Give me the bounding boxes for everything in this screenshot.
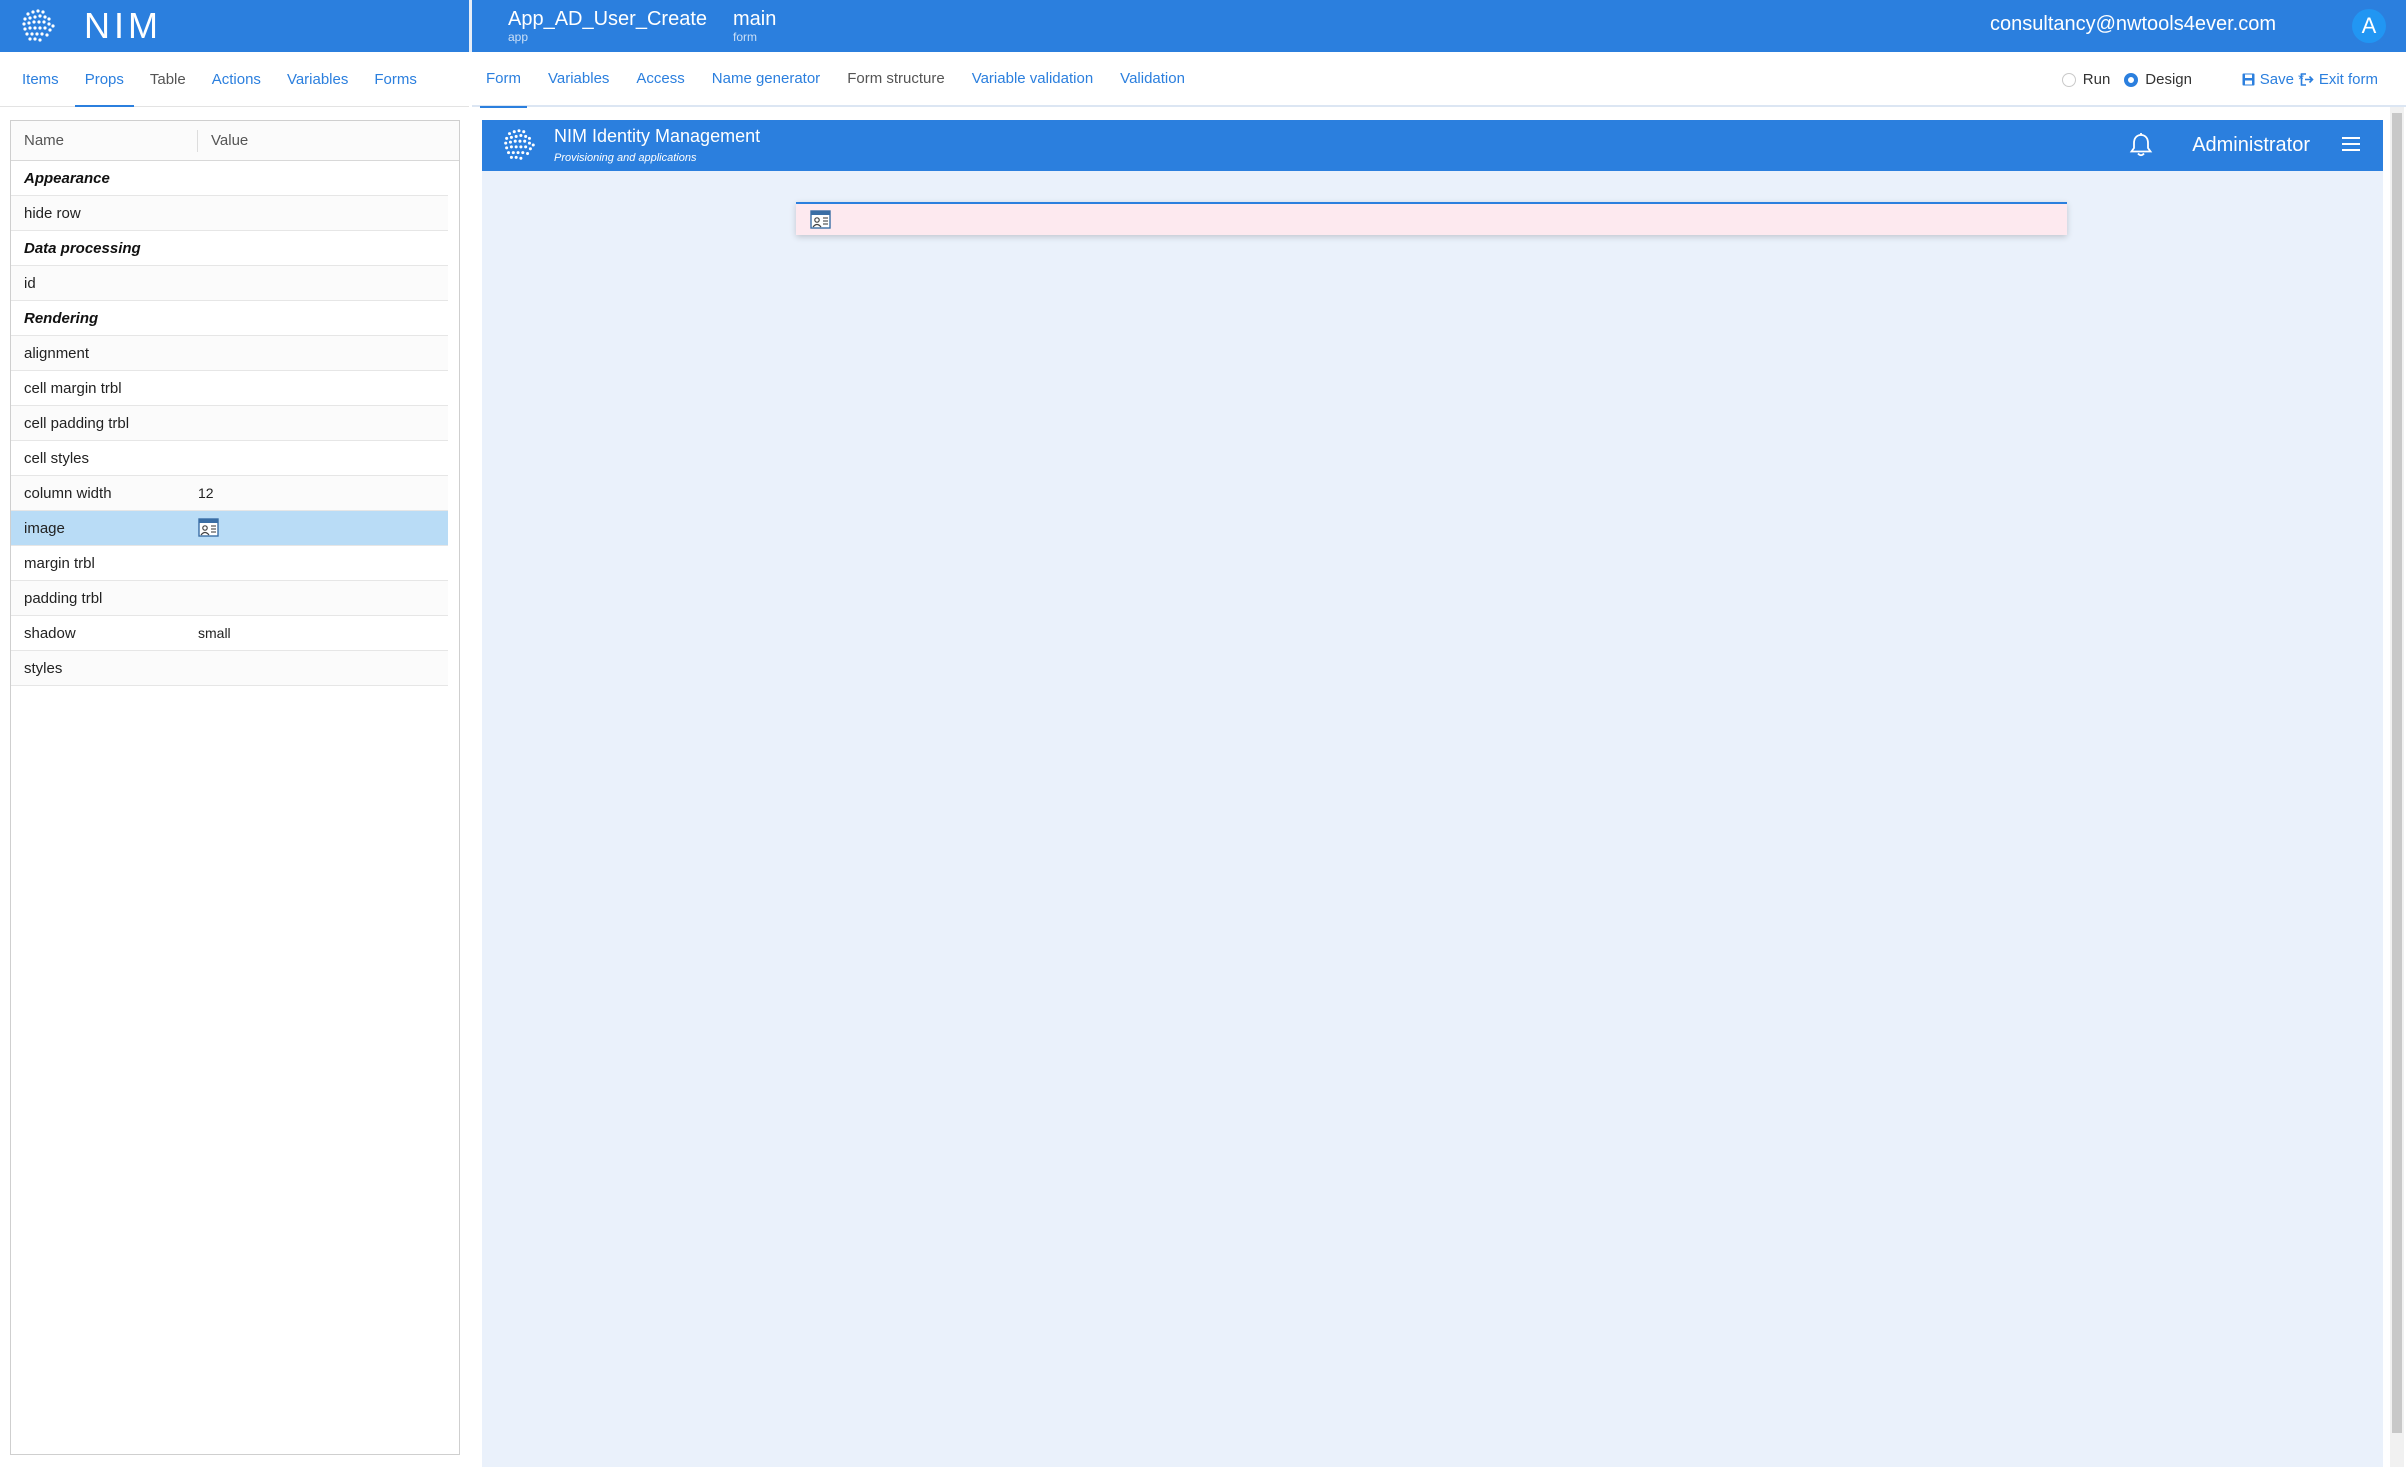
property-name: cell padding trbl [24,414,130,432]
bell-icon[interactable] [2129,132,2153,158]
column-header-value[interactable]: Value [198,132,248,149]
tab-variable-validation[interactable]: Variable validation [972,51,1093,106]
exit-form-label: Exit form [2318,71,2378,88]
tab-form[interactable]: Form [480,51,527,108]
property-name: styles [24,659,63,677]
avatar[interactable]: A [2352,9,2386,43]
tab-form-structure[interactable]: Form structure [847,51,945,106]
image-field-icon [198,518,219,537]
tab-validation[interactable]: Validation [1120,51,1185,106]
tab-access[interactable]: Access [636,51,684,106]
app-crumb[interactable]: App_AD_User_Create app [508,9,707,43]
prop-row-styles[interactable]: styles [11,651,448,686]
property-name: shadow [24,624,76,642]
group-appearance[interactable]: Appearance [11,161,448,196]
form-canvas[interactable]: NIM Identity Management Provisioning and… [482,120,2383,1467]
preview-user-name[interactable]: Administrator [2192,134,2310,157]
property-name: margin trbl [24,554,95,572]
design-radio[interactable] [2124,72,2139,87]
main-bar: App_AD_User_Create app main form consult… [472,0,2406,52]
prop-row-alignment[interactable]: alignment [11,336,448,371]
tab-items[interactable]: Items [12,52,69,107]
form-name: main [733,8,777,30]
exit-icon [2300,73,2314,86]
prop-row-hide-row[interactable]: hide row [11,196,448,231]
property-name: alignment [24,344,90,362]
property-value[interactable]: 12 [198,485,214,501]
mode-design-option[interactable]: Design [2124,71,2192,88]
run-radio[interactable] [2061,72,2076,87]
group-data-processing[interactable]: Data processing [11,231,448,266]
property-name: cell styles [24,449,90,467]
property-name: padding trbl [24,589,103,607]
mode-run-option[interactable]: Run [2061,71,2111,88]
property-name: Appearance [24,169,110,187]
tab-forms[interactable]: Forms [364,52,427,107]
column-header-name[interactable]: Name [11,129,198,152]
app-kind-label: app [508,30,529,44]
mode-switch: Run Design [2061,52,2206,107]
designer-tabs: Form Variables Access Name generator For… [472,51,2406,108]
properties-header: Name Value [11,121,459,161]
prop-row-cell-styles[interactable]: cell styles [11,441,448,476]
property-name: Data processing [24,239,141,257]
prop-row-cell-padding-trbl[interactable]: cell padding trbl [11,406,448,441]
form-kind-label: form [733,30,757,44]
app-name: App_AD_User_Create [508,8,707,30]
selected-form-row[interactable] [796,202,2067,235]
scrollbar-thumb[interactable] [2392,113,2402,1433]
property-name: hide row [24,204,81,222]
properties-grid: Name Value Appearance hide row Data proc… [10,120,460,1455]
prop-row-id[interactable]: id [11,266,448,301]
save-label: Save * [2259,71,2304,88]
tab-table[interactable]: Table [140,52,196,107]
prop-row-image[interactable]: image [11,511,448,546]
prop-row-shadow[interactable]: shadow small [11,616,448,651]
property-name: cell margin trbl [24,379,122,397]
run-label: Run [2082,71,2111,88]
image-field-icon[interactable] [810,209,832,231]
prop-row-margin-trbl[interactable]: margin trbl [11,546,448,581]
design-label: Design [2145,71,2192,88]
designer-area: Form Variables Access Name generator For… [472,52,2406,1467]
hamburger-menu-icon[interactable] [2341,135,2361,153]
tab-variables[interactable]: Variables [548,51,609,106]
save-icon [2242,73,2255,86]
brand-name: NIM [84,5,162,46]
form-crumb[interactable]: main form [733,9,776,43]
preview-title: NIM Identity Management [554,126,761,146]
tab-props[interactable]: Props [74,52,135,107]
tab-variables[interactable]: Variables [277,52,358,107]
property-value[interactable] [198,517,220,539]
property-name: column width [24,484,112,502]
save-button[interactable]: Save * [2242,52,2304,107]
tab-name-generator[interactable]: Name generator [712,51,820,106]
property-name: Rendering [24,309,99,327]
left-tabs: Items Props Table Actions Variables Form… [0,52,469,107]
nim-logo-icon [504,129,535,160]
prop-row-padding-trbl[interactable]: padding trbl [11,581,448,616]
preview-header: NIM Identity Management Provisioning and… [482,120,2383,171]
preview-subtitle: Provisioning and applications [554,152,697,164]
left-panel: Items Props Table Actions Variables Form… [0,52,469,1467]
vertical-scrollbar[interactable] [2390,107,2404,1467]
prop-row-cell-margin-trbl[interactable]: cell margin trbl [11,371,448,406]
top-bar: NIM App_AD_User_Create app main form con… [0,0,2406,52]
prop-row-column-width[interactable]: column width 12 [11,476,448,511]
group-rendering[interactable]: Rendering [11,301,448,336]
user-email[interactable]: consultancy@nwtools4ever.com [1990,13,2276,36]
tab-actions[interactable]: Actions [202,52,271,107]
nim-logo-icon [22,9,55,42]
property-name: image [24,519,65,537]
brand: NIM [0,0,469,52]
property-value[interactable]: small [198,625,231,641]
property-name: id [24,274,36,292]
exit-form-button[interactable]: Exit form [2300,52,2378,107]
